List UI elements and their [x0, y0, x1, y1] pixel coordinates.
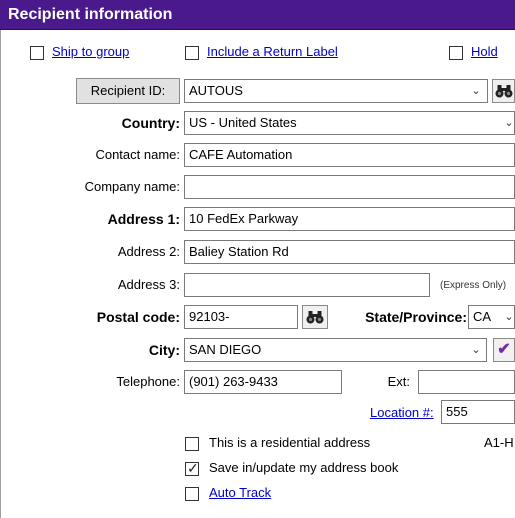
chevron-down-icon[interactable]: ⌄ — [470, 339, 482, 361]
location-number-input[interactable]: 555 — [441, 400, 515, 424]
postal-code-input[interactable]: 92103- — [184, 305, 298, 329]
company-name-label: Company name: — [84, 179, 180, 194]
residential-label: This is a residential address — [209, 435, 371, 450]
address1-input[interactable]: 10 FedEx Parkway — [184, 207, 515, 231]
city-value: SAN DIEGO — [189, 342, 262, 357]
city-label: City: — [148, 342, 180, 358]
express-only-note: (Express Only) — [440, 280, 507, 291]
chevron-down-icon[interactable]: ⌄ — [503, 112, 515, 134]
recipient-id-button[interactable]: Recipient ID: — [76, 78, 180, 104]
location-number-link[interactable]: Location #: — [370, 405, 434, 420]
binoculars-icon — [495, 85, 512, 98]
contact-name-value: CAFE Automation — [189, 147, 293, 162]
contact-name-input[interactable]: CAFE Automation — [184, 143, 515, 167]
postal-lookup-button[interactable] — [302, 305, 328, 329]
address2-input[interactable]: Baliey Station Rd — [184, 240, 515, 264]
address2-value: Baliey Station Rd — [189, 244, 289, 259]
chevron-down-icon[interactable]: ⌄ — [503, 306, 515, 328]
telephone-label: Telephone: — [116, 374, 180, 389]
country-select[interactable]: US - United States — [184, 111, 515, 135]
state-value: CA — [473, 309, 492, 324]
postal-code-value: 92103- — [189, 309, 230, 324]
panel-header: Recipient information — [0, 0, 515, 30]
residential-checkbox[interactable] — [185, 437, 199, 451]
include-return-label-checkbox[interactable] — [185, 46, 199, 60]
code-text: A1-H — [484, 435, 514, 450]
chevron-down-icon[interactable]: ⌄ — [470, 80, 482, 102]
hold-link[interactable]: Hold — [471, 44, 498, 59]
recipient-id-value: AUTOUS — [189, 83, 243, 98]
address1-value: 10 FedEx Parkway — [189, 211, 299, 226]
address1-label: Address 1: — [107, 211, 180, 227]
postal-code-label: Postal code: — [96, 309, 180, 325]
ship-to-group-link[interactable]: Ship to group — [52, 44, 129, 59]
country-label: Country: — [121, 115, 180, 131]
save-address-checkbox[interactable] — [185, 460, 199, 477]
address3-input[interactable] — [184, 273, 430, 297]
recipient-lookup-button[interactable] — [492, 79, 515, 103]
address3-label: Address 3: — [117, 277, 180, 292]
ship-to-group-checkbox[interactable] — [30, 46, 44, 60]
contact-name-label: Contact name: — [95, 147, 180, 162]
country-value: US - United States — [189, 115, 297, 130]
auto-track-checkbox[interactable] — [185, 487, 199, 501]
city-validate-button[interactable]: ✔ — [493, 338, 515, 362]
city-select[interactable]: SAN DIEGO — [184, 338, 487, 362]
ext-input[interactable] — [418, 370, 515, 394]
panel-title: Recipient information — [8, 6, 173, 23]
state-label: State/Province: — [365, 309, 467, 325]
auto-track-link[interactable]: Auto Track — [209, 485, 271, 500]
binoculars-icon — [306, 311, 324, 324]
ext-label: Ext: — [387, 374, 410, 389]
include-return-label-link[interactable]: Include a Return Label — [207, 44, 338, 59]
telephone-value: (901) 263-9433 — [189, 374, 278, 389]
location-number-value: 555 — [446, 404, 468, 419]
hold-checkbox[interactable] — [449, 46, 463, 60]
telephone-input[interactable]: (901) 263-9433 — [184, 370, 342, 394]
company-name-input[interactable] — [184, 175, 515, 199]
recipient-id-button-label: Recipient ID: — [90, 83, 166, 98]
recipient-id-select[interactable]: AUTOUS — [184, 79, 488, 103]
address2-label: Address 2: — [117, 244, 180, 259]
checkmark-icon: ✔ — [497, 341, 511, 358]
save-address-label: Save in/update my address book — [209, 460, 399, 475]
